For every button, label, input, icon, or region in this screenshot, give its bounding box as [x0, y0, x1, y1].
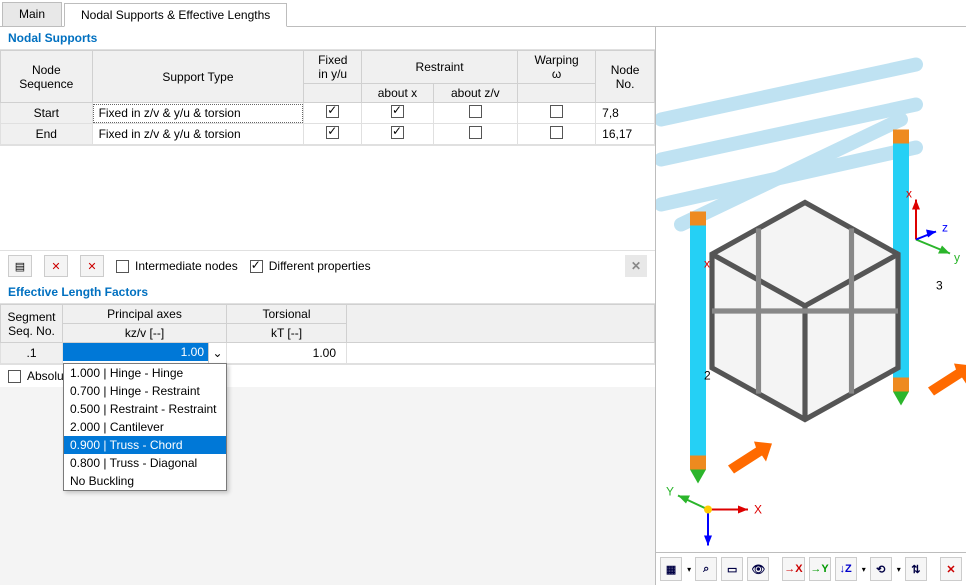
elf-table: Segment Seq. No. Principal axes Torsiona… — [0, 304, 655, 364]
nav-cube-icon[interactable] — [656, 33, 960, 552]
different-properties-option[interactable]: Different properties — [250, 259, 371, 273]
dropdown-item[interactable]: 0.500 | Restraint - Restraint — [64, 400, 226, 418]
table-filler — [0, 145, 655, 250]
table-row[interactable]: End Fixed in z/v & y/u & torsion 16,17 — [1, 124, 655, 145]
reset-view-button[interactable]: ✕ — [940, 557, 962, 581]
col-fixed-group: Fixed in y/u — [304, 51, 362, 84]
support-type-cell[interactable]: Fixed in z/v & y/u & torsion — [92, 124, 304, 145]
col-node-no: Node No. — [596, 51, 655, 103]
warping-checkbox[interactable] — [517, 103, 595, 124]
different-properties-label: Different properties — [269, 259, 371, 273]
kzv-value[interactable]: 1.00 — [63, 343, 208, 361]
col-node-sequence: Node Sequence — [1, 51, 93, 103]
view-x-button[interactable]: →X — [782, 557, 804, 581]
zoom-button[interactable]: ⌕ — [695, 557, 717, 581]
table-row[interactable]: Start Fixed in z/v & y/u & torsion 7,8 — [1, 103, 655, 124]
about-x-checkbox[interactable] — [362, 124, 434, 145]
3d-viewport[interactable]: x y z x y z — [656, 27, 966, 552]
kt-cell[interactable]: 1.00 — [227, 343, 347, 364]
delete-all-button[interactable]: ✕ — [80, 255, 104, 277]
checkbox-icon — [116, 260, 129, 273]
intermediate-nodes-option[interactable]: Intermediate nodes — [116, 259, 238, 273]
visibility-button[interactable]: 👁 — [747, 557, 769, 581]
kzv-cell[interactable]: 1.00⌄ 1.000 | Hinge - Hinge 0.700 | Hing… — [63, 343, 227, 364]
node-no-cell: 16,17 — [596, 124, 655, 145]
dropdown-item[interactable]: No Buckling — [64, 472, 226, 490]
col-warping-group: Warping ω — [517, 51, 595, 84]
dropdown-item[interactable]: 2.000 | Cantilever — [64, 418, 226, 436]
col-kt: kT [--] — [227, 324, 347, 343]
about-zv-checkbox[interactable] — [433, 103, 517, 124]
dropdown-item[interactable]: 1.000 | Hinge - Hinge — [64, 364, 226, 382]
fixed-checkbox[interactable] — [304, 124, 362, 145]
tab-main[interactable]: Main — [2, 2, 62, 26]
viewport-toolbar: ▦▾ ⌕ ▭ 👁 →X →Y ↓Z▾ ⟲▾ ⇅ ✕ — [656, 552, 966, 585]
add-row-button[interactable]: ▤ — [8, 255, 32, 277]
col-support-type: Support Type — [92, 51, 304, 103]
seq-cell: End — [1, 124, 93, 145]
node-no-cell: 7,8 — [596, 103, 655, 124]
col-principal: Principal axes — [63, 305, 227, 324]
elf-row[interactable]: .1 1.00⌄ 1.000 | Hinge - Hinge 0.700 | H… — [1, 343, 655, 364]
col-fixed-sub — [304, 84, 362, 103]
seq-cell: Start — [1, 103, 93, 124]
col-restraint-group: Restraint — [362, 51, 518, 84]
elf-title: Effective Length Factors — [0, 281, 655, 304]
fixed-checkbox[interactable] — [304, 103, 362, 124]
view-y-button[interactable]: →Y — [809, 557, 831, 581]
right-column: x y z x y z — [656, 27, 966, 585]
view-z-button[interactable]: ↓Z — [835, 557, 857, 581]
about-x-checkbox[interactable] — [362, 103, 434, 124]
pan-button[interactable]: ⇅ — [905, 557, 927, 581]
rotate-button[interactable]: ⟲ — [870, 557, 892, 581]
view-mode-button[interactable]: ▦ — [660, 557, 682, 581]
top-tabs: Main Nodal Supports & Effective Lengths — [0, 0, 966, 27]
dropdown-item[interactable]: 0.800 | Truss - Diagonal — [64, 454, 226, 472]
chevron-down-icon[interactable]: ⌄ — [208, 343, 226, 363]
nodal-supports-title: Nodal Supports — [0, 27, 655, 50]
spacer-cell — [347, 343, 655, 364]
absolute-lengths-label: Absolu — [27, 369, 64, 383]
checkbox-icon — [8, 370, 21, 383]
warping-checkbox[interactable] — [517, 124, 595, 145]
dropdown-item[interactable]: 0.700 | Hinge - Restraint — [64, 382, 226, 400]
nodal-supports-footer: ▤ ✕ ✕ Intermediate nodes Different prope… — [0, 250, 655, 281]
close-panel-button[interactable]: ✕ — [625, 255, 647, 277]
col-seg-no: Segment Seq. No. — [1, 305, 63, 343]
intermediate-nodes-label: Intermediate nodes — [135, 259, 238, 273]
delete-row-button[interactable]: ✕ — [44, 255, 68, 277]
kzv-dropdown: 1.000 | Hinge - Hinge 0.700 | Hinge - Re… — [63, 363, 227, 491]
support-type-cell[interactable]: Fixed in z/v & y/u & torsion — [92, 103, 304, 124]
col-torsional: Torsional — [227, 305, 347, 324]
col-warping-sub — [517, 84, 595, 103]
seg-cell: .1 — [1, 343, 63, 364]
nodal-supports-table: Node Sequence Support Type Fixed in y/u … — [0, 50, 655, 145]
col-spacer — [347, 305, 655, 343]
about-zv-checkbox[interactable] — [433, 124, 517, 145]
col-about-zv: about z/v — [433, 84, 517, 103]
checkbox-icon — [250, 260, 263, 273]
col-kzv: kz/v [--] — [63, 324, 227, 343]
dropdown-item[interactable]: 0.900 | Truss - Chord — [64, 436, 226, 454]
col-about-x: about x — [362, 84, 434, 103]
content-row: Nodal Supports Node Sequence Support Typ… — [0, 27, 966, 585]
left-column: Nodal Supports Node Sequence Support Typ… — [0, 27, 656, 585]
fit-button[interactable]: ▭ — [721, 557, 743, 581]
tab-nodal-supports[interactable]: Nodal Supports & Effective Lengths — [64, 3, 287, 27]
